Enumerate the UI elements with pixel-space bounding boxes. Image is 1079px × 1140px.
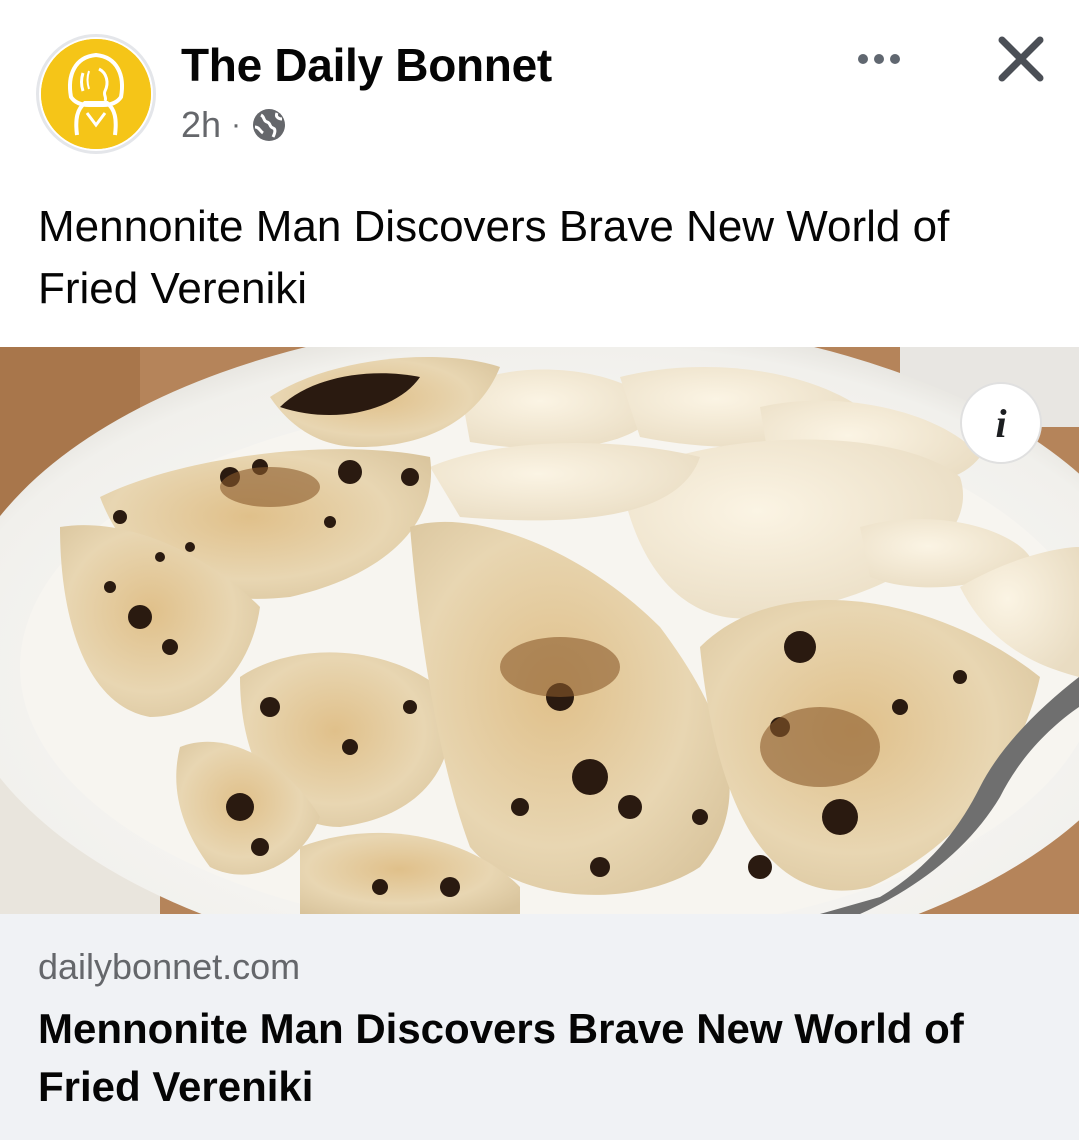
post-meta: 2h · — [181, 104, 287, 146]
page-name[interactable]: The Daily Bonnet — [181, 38, 552, 92]
post-photo[interactable] — [0, 347, 1079, 914]
page-avatar[interactable] — [36, 34, 156, 154]
more-horizontal-icon — [858, 54, 868, 64]
more-options-button[interactable] — [846, 34, 912, 84]
fried-vereniki-photo — [0, 347, 1079, 914]
close-button[interactable] — [988, 26, 1054, 92]
post-header: The Daily Bonnet 2h · — [0, 0, 1079, 170]
post-timestamp[interactable]: 2h — [181, 104, 221, 146]
bonnet-logo-icon — [41, 39, 151, 149]
globe-icon — [251, 107, 287, 143]
info-button[interactable]: i — [960, 382, 1042, 464]
link-domain: dailybonnet.com — [38, 946, 301, 987]
link-title[interactable]: Mennonite Man Discovers Brave New World … — [38, 1000, 1038, 1116]
close-icon — [998, 36, 1044, 82]
post-text: Mennonite Man Discovers Brave New World … — [38, 202, 950, 313]
meta-separator: · — [231, 108, 242, 141]
